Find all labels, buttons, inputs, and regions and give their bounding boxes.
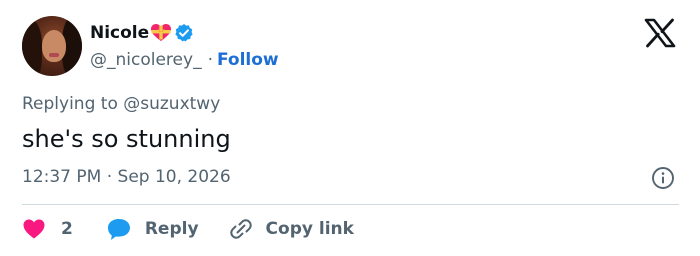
like-count: 2 (61, 219, 73, 239)
replying-to-line: Replying to @suzuxtwy (22, 92, 220, 116)
like-button[interactable]: 2 (22, 218, 73, 240)
avatar-lips (49, 53, 59, 57)
follow-button[interactable]: Follow (217, 50, 279, 70)
divider (22, 204, 679, 205)
avatar-hair-left (22, 20, 42, 76)
author-handle[interactable]: @_nicolerey_ (90, 50, 202, 70)
heart-with-ribbon-icon (150, 23, 172, 43)
tweet-timestamp[interactable]: 12:37 PM · Sep 10, 2026 (22, 165, 231, 189)
avatar-face (42, 30, 66, 62)
verified-badge-icon (174, 23, 194, 43)
heart-icon (22, 218, 46, 240)
reply-button[interactable]: Reply (106, 217, 199, 241)
reply-label: Reply (144, 219, 199, 239)
embedded-tweet-card: Nicole @_nicolerey_ · Follow Replying to… (0, 0, 700, 256)
tweet-actions-bar: 2 Reply Copy link (22, 216, 354, 242)
link-icon (228, 216, 254, 242)
copy-link-label: Copy link (265, 219, 354, 239)
avatar[interactable] (22, 16, 82, 76)
x-logo-icon[interactable] (643, 18, 677, 48)
copy-link-button[interactable]: Copy link (228, 216, 354, 242)
author-handle-row: @_nicolerey_ · Follow (90, 48, 279, 72)
author-name-row: Nicole (90, 21, 194, 45)
handle-separator: · (207, 50, 213, 70)
info-icon[interactable] (651, 166, 675, 190)
display-name[interactable]: Nicole (90, 21, 149, 45)
reply-bubble-icon (106, 217, 132, 241)
replying-to-mention[interactable]: @suzuxtwy (123, 94, 220, 114)
tweet-text: she's so stunning (22, 125, 231, 153)
replying-to-prefix: Replying to (22, 94, 118, 114)
